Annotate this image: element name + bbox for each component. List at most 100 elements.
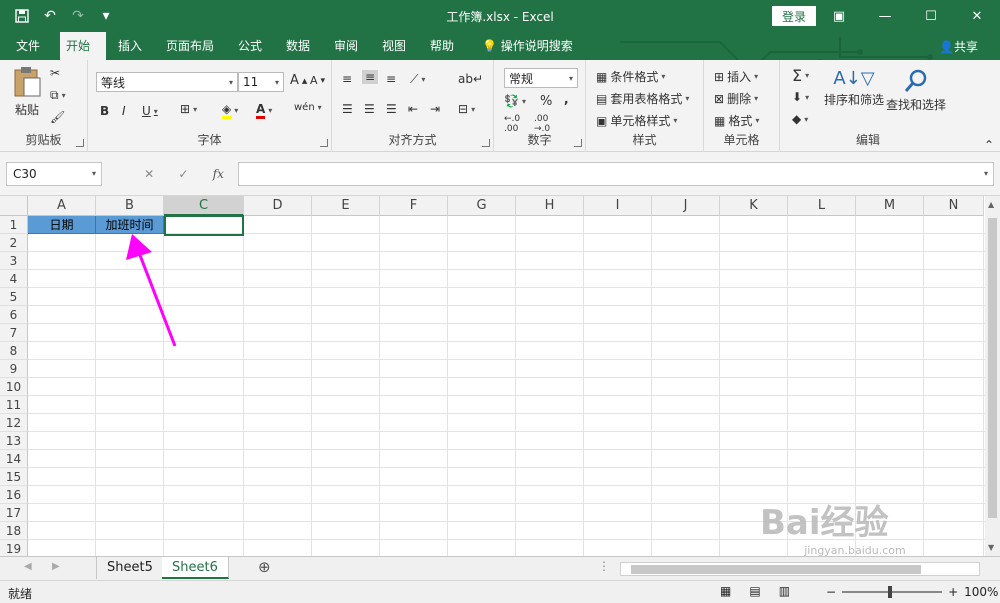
align-middle-icon[interactable]: ≡	[362, 70, 379, 84]
copy-icon[interactable]: ⧉ ▾	[50, 88, 66, 103]
close-icon[interactable]: ✕	[954, 0, 1000, 32]
prev-sheet-icon[interactable]: ◀	[24, 561, 32, 572]
orientation-icon[interactable]: ⟋ ▾	[410, 72, 425, 87]
wrap-text-icon[interactable]: ab↵	[458, 72, 483, 86]
align-left-icon[interactable]: ☰	[342, 102, 353, 116]
align-bottom-icon[interactable]: ≡	[386, 72, 396, 86]
row-header-15[interactable]: 15	[0, 468, 28, 486]
bold-button[interactable]: B	[100, 104, 109, 118]
row-header-7[interactable]: 7	[0, 324, 28, 342]
cut-icon[interactable]: ✂	[50, 66, 60, 80]
cell-styles-button[interactable]: ▣ 单元格样式 ▾	[596, 112, 677, 129]
find-select-button[interactable]: 查找和选择	[886, 68, 946, 113]
row-header-3[interactable]: 3	[0, 252, 28, 270]
tab-insert[interactable]: 插入	[112, 32, 148, 60]
scroll-down-icon[interactable]: ▼	[988, 543, 994, 552]
tab-page-layout[interactable]: 页面布局	[160, 32, 220, 60]
normal-view-icon[interactable]: ▦	[720, 584, 731, 598]
format-cells-button[interactable]: ▦ 格式 ▾	[714, 112, 759, 129]
enter-icon[interactable]: ✓	[178, 167, 188, 181]
row-header-17[interactable]: 17	[0, 504, 28, 522]
tab-help[interactable]: 帮助	[424, 32, 460, 60]
tab-split-icon[interactable]: ⋮	[598, 559, 610, 573]
vertical-scroll-thumb[interactable]	[988, 218, 997, 518]
column-header-n[interactable]: N	[924, 196, 984, 216]
column-header-j[interactable]: J	[652, 196, 720, 216]
align-right-icon[interactable]: ☰	[386, 102, 397, 116]
grow-font-button[interactable]: A ▴	[290, 73, 307, 88]
underline-button[interactable]: U ▾	[142, 104, 158, 118]
minimize-icon[interactable]: —	[862, 0, 908, 32]
column-header-d[interactable]: D	[244, 196, 312, 216]
align-center-icon[interactable]: ☰	[364, 102, 375, 116]
autosum-icon[interactable]: Σ ▾	[792, 66, 809, 85]
add-sheet-icon[interactable]: ⊕	[258, 558, 271, 576]
login-button[interactable]: 登录	[772, 6, 816, 26]
row-header-1[interactable]: 1	[0, 216, 28, 234]
row-header-10[interactable]: 10	[0, 378, 28, 396]
fill-color-button[interactable]: ◈ ▾	[222, 102, 238, 119]
zoom-level[interactable]: 100%	[964, 585, 998, 599]
row-header-18[interactable]: 18	[0, 522, 28, 540]
format-as-table-button[interactable]: ▤ 套用表格格式 ▾	[596, 90, 689, 107]
tab-data[interactable]: 数据	[280, 32, 316, 60]
column-header-a[interactable]: A	[28, 196, 96, 216]
name-box[interactable]: C30 ▾	[6, 162, 102, 186]
ribbon-display-icon[interactable]: ▣	[816, 0, 862, 32]
tab-view[interactable]: 视图	[376, 32, 412, 60]
row-header-9[interactable]: 9	[0, 360, 28, 378]
column-header-i[interactable]: I	[584, 196, 652, 216]
scroll-up-icon[interactable]: ▲	[988, 200, 994, 209]
zoom-in-icon[interactable]: +	[948, 585, 958, 599]
column-header-l[interactable]: L	[788, 196, 856, 216]
borders-button[interactable]: ⊞ ▾	[180, 102, 197, 116]
row-header-14[interactable]: 14	[0, 450, 28, 468]
column-header-m[interactable]: M	[856, 196, 924, 216]
comma-button[interactable]: ,	[564, 92, 569, 106]
zoom-slider-knob[interactable]	[888, 586, 893, 598]
row-header-12[interactable]: 12	[0, 414, 28, 432]
clipboard-launcher-icon[interactable]	[76, 139, 84, 147]
italic-button[interactable]: I	[122, 104, 126, 118]
column-header-h[interactable]: H	[516, 196, 584, 216]
cancel-icon[interactable]: ✕	[144, 167, 154, 181]
column-header-f[interactable]: F	[380, 196, 448, 216]
font-color-button[interactable]: A ▾	[256, 102, 272, 119]
row-header-6[interactable]: 6	[0, 306, 28, 324]
tab-file[interactable]: 文件	[10, 32, 46, 60]
conditional-format-button[interactable]: ▦ 条件格式 ▾	[596, 68, 665, 85]
insert-function-icon[interactable]: fx	[213, 167, 224, 181]
number-format-select[interactable]: 常规 ▾	[504, 68, 578, 88]
font-launcher-icon[interactable]	[320, 139, 328, 147]
formula-input[interactable]: ▾	[238, 162, 994, 186]
clear-icon[interactable]: ◆ ▾	[792, 112, 808, 126]
merge-center-icon[interactable]: ⊟ ▾	[458, 102, 475, 116]
alignment-launcher-icon[interactable]	[482, 139, 490, 147]
font-name-select[interactable]: 等线 ▾	[96, 72, 238, 92]
align-top-icon[interactable]: ≡	[342, 72, 352, 86]
page-break-view-icon[interactable]: ▥	[779, 584, 790, 598]
tab-review[interactable]: 审阅	[328, 32, 364, 60]
page-layout-view-icon[interactable]: ▤	[749, 584, 760, 598]
maximize-icon[interactable]: ☐	[908, 0, 954, 32]
tab-home[interactable]: 开始	[60, 32, 106, 60]
column-header-k[interactable]: K	[720, 196, 788, 216]
paste-button[interactable]: 粘贴	[12, 66, 42, 118]
select-all-corner[interactable]	[0, 196, 28, 216]
phonetic-button[interactable]: wén ▾	[294, 102, 322, 113]
tell-me-search[interactable]: 💡 操作说明搜索	[476, 32, 579, 60]
zoom-slider[interactable]	[842, 586, 943, 598]
accounting-format-icon[interactable]: 💱 ▾	[504, 94, 526, 108]
shrink-font-button[interactable]: A ▾	[310, 74, 325, 87]
column-header-c[interactable]: C	[164, 196, 244, 216]
vertical-scrollbar[interactable]: ▲ ▼	[985, 196, 1000, 556]
column-header-e[interactable]: E	[312, 196, 380, 216]
next-sheet-icon[interactable]: ▶	[52, 561, 60, 572]
sort-filter-button[interactable]: A↓▽ 排序和筛选	[824, 68, 884, 108]
percent-button[interactable]: %	[540, 94, 552, 109]
row-header-8[interactable]: 8	[0, 342, 28, 360]
delete-cells-button[interactable]: ⊠ 删除 ▾	[714, 90, 758, 107]
cell-a1[interactable]: 日期	[28, 216, 96, 234]
tab-formulas[interactable]: 公式	[232, 32, 268, 60]
decrease-indent-icon[interactable]: ⇤	[408, 102, 418, 116]
